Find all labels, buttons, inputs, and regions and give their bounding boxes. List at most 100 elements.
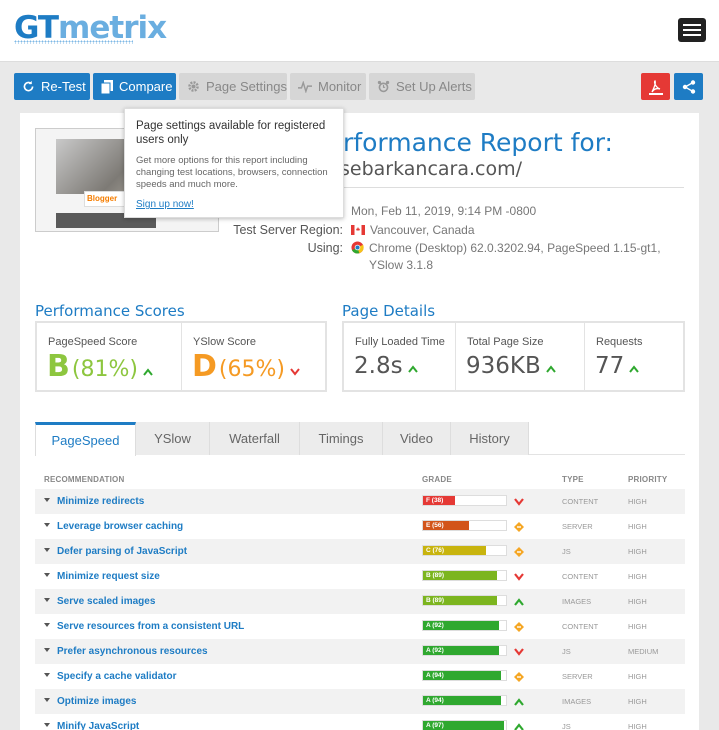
trend-up-icon [513, 720, 525, 730]
expand-caret-icon[interactable] [44, 498, 50, 502]
tab-video[interactable]: Video [383, 422, 451, 455]
expand-caret-icon[interactable] [44, 648, 50, 652]
logo-dots [14, 40, 133, 44]
grade-bar: B (89) [422, 570, 507, 581]
fully-loaded-label: Fully Loaded Time [355, 336, 445, 348]
header-bar: GTmetrix [0, 0, 719, 62]
table-row[interactable]: Minimize request size B (89) CONTENT HIGH [35, 564, 685, 589]
trend-same-icon [513, 670, 525, 682]
table-row[interactable]: Defer parsing of JavaScript C (76) JS HIGH [35, 539, 685, 564]
trend-down-icon [513, 645, 525, 657]
recommendation-priority: HIGH [628, 547, 647, 556]
table-row[interactable]: Prefer asynchronous resources A (92) JS MED… [35, 639, 685, 664]
using-value-line1: Chrome (Desktop) 62.0.3202.94, PageSpeed… [369, 241, 661, 255]
title-divider [343, 187, 684, 188]
setup-alerts-button[interactable]: Set Up Alerts [369, 73, 475, 100]
recommendation-name[interactable]: Serve resources from a consistent URL [57, 621, 244, 632]
expand-caret-icon[interactable] [44, 723, 50, 727]
share-button[interactable] [674, 73, 703, 100]
recommendation-priority: HIGH [628, 497, 647, 506]
trend-down-icon [513, 495, 525, 507]
recommendation-priority: HIGH [628, 722, 647, 730]
trend-up-icon [513, 695, 525, 707]
setup-alerts-label: Set Up Alerts [396, 79, 472, 94]
expand-caret-icon[interactable] [44, 598, 50, 602]
grade-bar: A (94) [422, 695, 507, 706]
tab-pagespeed[interactable]: PageSpeed [35, 422, 136, 456]
fully-loaded-value-row: 2.8s [354, 353, 418, 379]
table-row[interactable]: Leverage browser caching E (56) SERVER HIGH [35, 514, 685, 539]
refresh-icon [23, 80, 34, 92]
yslow-grade: D [192, 349, 217, 384]
header-grade[interactable]: GRADE [422, 475, 452, 484]
trend-same-icon [513, 520, 525, 532]
recommendation-type: IMAGES [562, 697, 592, 706]
expand-caret-icon[interactable] [44, 548, 50, 552]
pagespeed-score-value: B (81%) [47, 349, 153, 384]
report-url[interactable]: sebarkancara.com/ [340, 158, 522, 180]
table-row[interactable]: Optimize images A (94) IMAGES HIGH [35, 689, 685, 714]
tooltip-body: Get more options for this report includi… [136, 155, 328, 190]
header-recommendation[interactable]: RECOMMENDATION [44, 475, 124, 484]
copy-icon [101, 79, 113, 94]
alarm-clock-icon [377, 80, 390, 93]
tab-timings[interactable]: Timings [300, 422, 383, 455]
recommendation-name[interactable]: Specify a cache validator [57, 671, 177, 682]
table-row[interactable]: Serve scaled images B (89) IMAGES HIGH [35, 589, 685, 614]
grade-bar: A (92) [422, 645, 507, 656]
grade-bar: E (56) [422, 520, 507, 531]
recommendation-name[interactable]: Optimize images [57, 696, 136, 707]
grade-bar-fill: A (97) [423, 721, 504, 730]
recommendation-type: SERVER [562, 672, 593, 681]
page-size-label: Total Page Size [467, 336, 544, 348]
grade-label: B (89) [426, 572, 445, 579]
recommendation-name[interactable]: Defer parsing of JavaScript [57, 546, 187, 557]
tab-waterfall[interactable]: Waterfall [210, 422, 300, 455]
requests-value: 77 [595, 353, 625, 379]
recommendation-name[interactable]: Minimize request size [57, 571, 160, 582]
tab-history[interactable]: History [451, 422, 529, 455]
table-row[interactable]: Minimize redirects F (38) CONTENT HIGH [35, 489, 685, 514]
expand-caret-icon[interactable] [44, 573, 50, 577]
retest-button[interactable]: Re-Test [14, 73, 90, 100]
tab-yslow[interactable]: YSlow [136, 422, 210, 455]
trend-up-icon [407, 365, 418, 373]
recommendation-name[interactable]: Minimize redirects [57, 496, 144, 507]
grade-bar: C (76) [422, 545, 507, 556]
canada-flag-icon [351, 225, 365, 235]
yslow-score-cell: YSlow Score D (65%) [181, 323, 325, 390]
monitor-button[interactable]: Monitor [290, 73, 366, 100]
expand-caret-icon[interactable] [44, 673, 50, 677]
recommendation-name[interactable]: Serve scaled images [57, 596, 155, 607]
grade-label: A (92) [426, 647, 444, 654]
page-settings-button[interactable]: Page Settings [179, 73, 287, 100]
download-pdf-button[interactable] [641, 73, 670, 100]
grade-label: B (89) [426, 597, 445, 604]
performance-scores-title: Performance Scores [35, 302, 185, 320]
signup-link[interactable]: Sign up now! [136, 199, 333, 210]
expand-caret-icon[interactable] [44, 523, 50, 527]
expand-caret-icon[interactable] [44, 698, 50, 702]
report-tabs: PageSpeed YSlow Waterfall Timings Video … [35, 422, 685, 456]
grade-bar: A (94) [422, 670, 507, 681]
menu-icon[interactable] [678, 18, 706, 42]
yslow-pct: (65%) [218, 357, 285, 382]
page-size-cell: Total Page Size 936KB [455, 323, 584, 390]
header-priority[interactable]: PRIORITY [628, 475, 667, 484]
expand-caret-icon[interactable] [44, 623, 50, 627]
table-row[interactable]: Serve resources from a consistent URL A (… [35, 614, 685, 639]
recommendation-name[interactable]: Prefer asynchronous resources [57, 646, 208, 657]
pagespeed-pct: (81%) [71, 357, 138, 382]
compare-button[interactable]: Compare [93, 73, 176, 100]
grade-bar-fill: B (89) [423, 596, 497, 605]
recommendation-name[interactable]: Minify JavaScript [57, 721, 139, 730]
recommendation-priority: HIGH [628, 622, 647, 631]
grade-bar-fill: A (92) [423, 646, 499, 655]
table-row[interactable]: Minify JavaScript A (97) JS HIGH [35, 714, 685, 730]
grade-bar-fill: C (76) [423, 546, 486, 555]
gear-icon [188, 81, 199, 92]
grade-bar: F (38) [422, 495, 507, 506]
table-row[interactable]: Specify a cache validator A (94) SERVER HIG… [35, 664, 685, 689]
header-type[interactable]: TYPE [562, 475, 584, 484]
recommendation-name[interactable]: Leverage browser caching [57, 521, 183, 532]
